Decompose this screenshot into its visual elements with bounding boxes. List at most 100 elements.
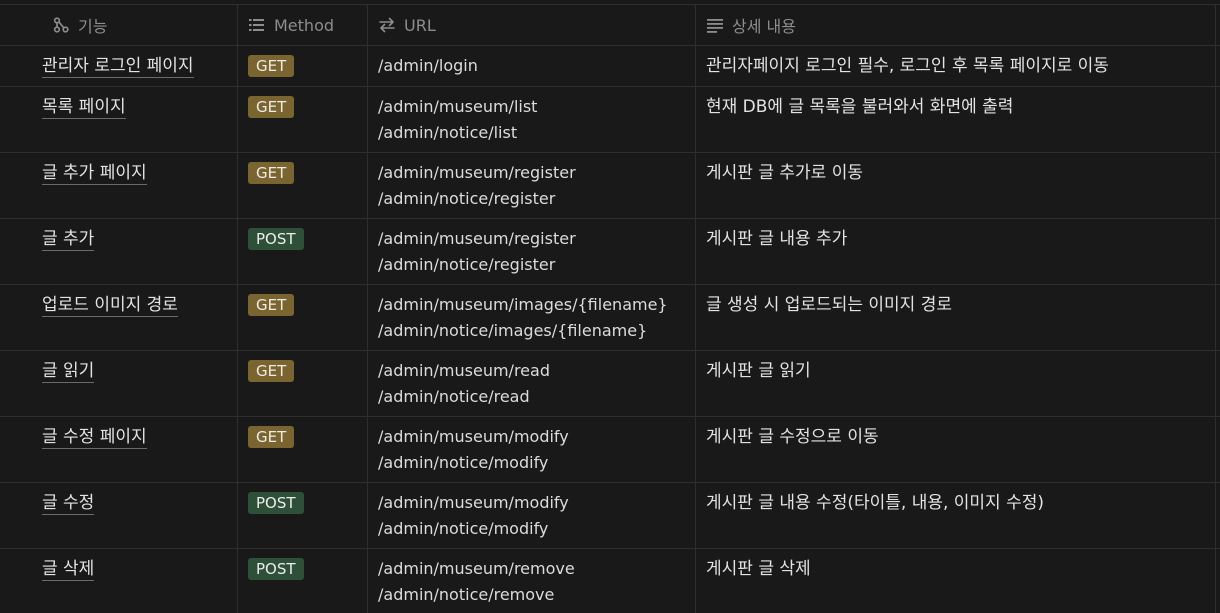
- description-text: 게시판 글 내용 추가: [706, 229, 848, 249]
- url-cell[interactable]: /admin/login: [368, 46, 696, 86]
- url-cell[interactable]: /admin/museum/remove /admin/notice/remov…: [368, 549, 696, 613]
- description-cell[interactable]: 게시판 글 삭제: [696, 549, 1216, 613]
- url-text: /admin/museum/remove: [378, 559, 575, 578]
- url-text: /admin/notice/read: [378, 387, 530, 406]
- description-text: 글 생성 시 업로드되는 이미지 경로: [706, 295, 952, 315]
- url-text: /admin/museum/modify: [378, 493, 569, 512]
- description-cell[interactable]: 게시판 글 수정으로 이동: [696, 417, 1216, 482]
- description-text: 게시판 글 수정으로 이동: [706, 427, 879, 447]
- description-text: 관리자페이지 로그인 필수, 로그인 후 목록 페이지로 이동: [706, 56, 1109, 76]
- method-badge: GET: [248, 162, 295, 184]
- url-cell[interactable]: /admin/museum/register /admin/notice/reg…: [368, 219, 696, 284]
- feature-title[interactable]: 글 삭제: [42, 558, 95, 581]
- feature-cell[interactable]: 관리자 로그인 페이지: [0, 46, 238, 86]
- description-cell[interactable]: 게시판 글 추가로 이동: [696, 153, 1216, 218]
- description-cell[interactable]: 관리자페이지 로그인 필수, 로그인 후 목록 페이지로 이동: [696, 46, 1216, 86]
- column-header-description-label: 상세 내용: [732, 17, 796, 36]
- table-row[interactable]: 글 추가 페이지 GET /admin/museum/register /adm…: [0, 153, 1220, 219]
- column-header-method-label: Method: [274, 15, 335, 35]
- table-row[interactable]: 관리자 로그인 페이지 GET /admin/login 관리자페이지 로그인 …: [0, 46, 1220, 87]
- url-text: /admin/museum/read: [378, 361, 550, 380]
- url-text: /admin/login: [378, 56, 478, 75]
- method-badge: GET: [248, 426, 295, 448]
- feature-title[interactable]: 업로드 이미지 경로: [42, 294, 178, 317]
- url-text: /admin/notice/register: [378, 189, 556, 208]
- feature-title[interactable]: 글 수정: [42, 492, 95, 515]
- relation-icon: [52, 16, 70, 34]
- table-row[interactable]: 글 수정 POST /admin/museum/modify /admin/no…: [0, 483, 1220, 549]
- method-cell[interactable]: GET: [238, 87, 368, 152]
- url-text: /admin/notice/modify: [378, 453, 549, 472]
- feature-cell[interactable]: 글 삭제: [0, 549, 238, 613]
- url-text: /admin/notice/register: [378, 255, 556, 274]
- url-cell[interactable]: /admin/museum/register /admin/notice/reg…: [368, 153, 696, 218]
- table-row[interactable]: 업로드 이미지 경로 GET /admin/museum/images/{fil…: [0, 285, 1220, 351]
- description-cell[interactable]: 현재 DB에 글 목록을 불러와서 화면에 출력: [696, 87, 1216, 152]
- url-cell[interactable]: /admin/museum/list /admin/notice/list: [368, 87, 696, 152]
- description-text: 현재 DB에 글 목록을 불러와서 화면에 출력: [706, 97, 1014, 117]
- method-badge: GET: [248, 360, 295, 382]
- url-text: /admin/museum/register: [378, 163, 576, 182]
- url-text: /admin/notice/remove: [378, 585, 555, 604]
- text-lines-icon: [706, 16, 724, 34]
- url-text: /admin/notice/list: [378, 123, 518, 142]
- feature-title[interactable]: 글 추가 페이지: [42, 162, 147, 185]
- feature-title[interactable]: 목록 페이지: [42, 96, 126, 119]
- url-text: /admin/museum/modify: [378, 427, 569, 446]
- url-text: /admin/notice/modify: [378, 519, 549, 538]
- method-cell[interactable]: GET: [238, 46, 368, 86]
- method-badge: GET: [248, 294, 295, 316]
- method-cell[interactable]: POST: [238, 549, 368, 613]
- description-cell[interactable]: 게시판 글 내용 수정(타이틀, 내용, 이미지 수정): [696, 483, 1216, 548]
- method-cell[interactable]: GET: [238, 351, 368, 416]
- feature-cell[interactable]: 글 수정: [0, 483, 238, 548]
- description-text: 게시판 글 삭제: [706, 559, 811, 579]
- url-text: /admin/museum/images/{filename}: [378, 295, 668, 314]
- method-cell[interactable]: GET: [238, 417, 368, 482]
- description-cell[interactable]: 글 생성 시 업로드되는 이미지 경로: [696, 285, 1216, 350]
- description-text: 게시판 글 내용 수정(타이틀, 내용, 이미지 수정): [706, 493, 1045, 513]
- description-text: 게시판 글 읽기: [706, 361, 811, 381]
- column-header-method[interactable]: Method: [238, 5, 368, 45]
- method-cell[interactable]: GET: [238, 153, 368, 218]
- feature-title[interactable]: 글 읽기: [42, 360, 95, 383]
- table-row[interactable]: 글 추가 POST /admin/museum/register /admin/…: [0, 219, 1220, 285]
- feature-title[interactable]: 글 수정 페이지: [42, 426, 147, 449]
- column-header-feature[interactable]: 기능: [0, 5, 238, 45]
- table-row[interactable]: 목록 페이지 GET /admin/museum/list /admin/not…: [0, 87, 1220, 153]
- method-badge: POST: [248, 228, 304, 250]
- method-cell[interactable]: POST: [238, 483, 368, 548]
- column-header-feature-label: 기능: [78, 17, 108, 36]
- feature-title[interactable]: 글 추가: [42, 228, 95, 251]
- swap-arrows-icon: [378, 16, 396, 34]
- feature-cell[interactable]: 글 추가 페이지: [0, 153, 238, 218]
- feature-cell[interactable]: 목록 페이지: [0, 87, 238, 152]
- description-cell[interactable]: 게시판 글 내용 추가: [696, 219, 1216, 284]
- table-header: 기능 Method URL 상세 내용: [0, 4, 1220, 46]
- method-badge: POST: [248, 492, 304, 514]
- feature-cell[interactable]: 글 추가: [0, 219, 238, 284]
- api-table: 기능 Method URL 상세 내용 관리자 로그인 페이지 GET /adm…: [0, 4, 1220, 613]
- list-icon: [248, 16, 266, 34]
- url-cell[interactable]: /admin/museum/modify /admin/notice/modif…: [368, 417, 696, 482]
- column-header-url[interactable]: URL: [368, 5, 696, 45]
- description-text: 게시판 글 추가로 이동: [706, 163, 863, 183]
- table-row[interactable]: 글 읽기 GET /admin/museum/read /admin/notic…: [0, 351, 1220, 417]
- url-cell[interactable]: /admin/museum/images/{filename} /admin/n…: [368, 285, 696, 350]
- feature-cell[interactable]: 업로드 이미지 경로: [0, 285, 238, 350]
- method-cell[interactable]: GET: [238, 285, 368, 350]
- method-badge: GET: [248, 55, 295, 77]
- table-row[interactable]: 글 수정 페이지 GET /admin/museum/modify /admin…: [0, 417, 1220, 483]
- feature-title[interactable]: 관리자 로그인 페이지: [42, 55, 194, 78]
- feature-cell[interactable]: 글 수정 페이지: [0, 417, 238, 482]
- table-row[interactable]: 글 삭제 POST /admin/museum/remove /admin/no…: [0, 549, 1220, 613]
- column-header-description[interactable]: 상세 내용: [696, 5, 1216, 45]
- url-text: /admin/museum/register: [378, 229, 576, 248]
- url-cell[interactable]: /admin/museum/read /admin/notice/read: [368, 351, 696, 416]
- url-cell[interactable]: /admin/museum/modify /admin/notice/modif…: [368, 483, 696, 548]
- method-cell[interactable]: POST: [238, 219, 368, 284]
- method-badge: POST: [248, 558, 304, 580]
- url-text: /admin/notice/images/{filename}: [378, 321, 648, 340]
- feature-cell[interactable]: 글 읽기: [0, 351, 238, 416]
- description-cell[interactable]: 게시판 글 읽기: [696, 351, 1216, 416]
